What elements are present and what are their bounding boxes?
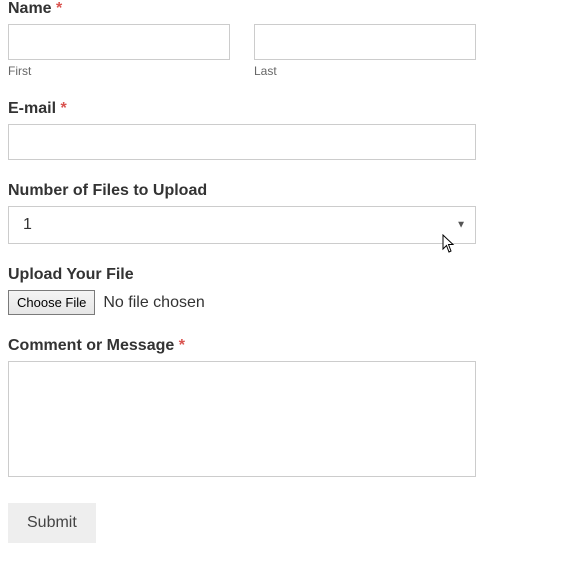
upload-label: Upload Your File [8, 266, 554, 284]
email-group: E-mail * [8, 100, 554, 160]
numfiles-group: Number of Files to Upload 1 ▼ [8, 182, 554, 244]
submit-button[interactable]: Submit [8, 503, 96, 543]
name-row: First Last [8, 24, 554, 78]
last-name-sublabel: Last [254, 64, 476, 78]
first-name-col: First [8, 24, 230, 78]
comment-label: Comment or Message * [8, 337, 554, 355]
required-mark: * [56, 0, 62, 17]
name-group: Name * First Last [8, 0, 554, 78]
last-name-input[interactable] [254, 24, 476, 60]
file-status: No file chosen [103, 294, 204, 312]
first-name-sublabel: First [8, 64, 230, 78]
first-name-input[interactable] [8, 24, 230, 60]
email-label-text: E-mail [8, 100, 56, 117]
comment-label-text: Comment or Message [8, 337, 174, 354]
comment-group: Comment or Message * [8, 337, 554, 481]
upload-form: Name * First Last E-mail * Number of Fil… [0, 0, 562, 581]
last-name-col: Last [254, 24, 476, 78]
numfiles-label: Number of Files to Upload [8, 182, 554, 200]
email-label: E-mail * [8, 100, 554, 118]
email-input[interactable] [8, 124, 476, 160]
numfiles-select[interactable]: 1 ▼ [8, 206, 476, 244]
file-row: Choose File No file chosen [8, 290, 554, 315]
comment-textarea[interactable] [8, 361, 476, 477]
choose-file-button[interactable]: Choose File [8, 290, 95, 315]
submit-group: Submit [8, 503, 554, 543]
name-label-text: Name [8, 0, 52, 17]
required-mark: * [60, 100, 66, 117]
numfiles-selected: 1 [23, 216, 32, 233]
required-mark: * [179, 337, 185, 354]
name-label: Name * [8, 0, 554, 18]
upload-group: Upload Your File Choose File No file cho… [8, 266, 554, 315]
